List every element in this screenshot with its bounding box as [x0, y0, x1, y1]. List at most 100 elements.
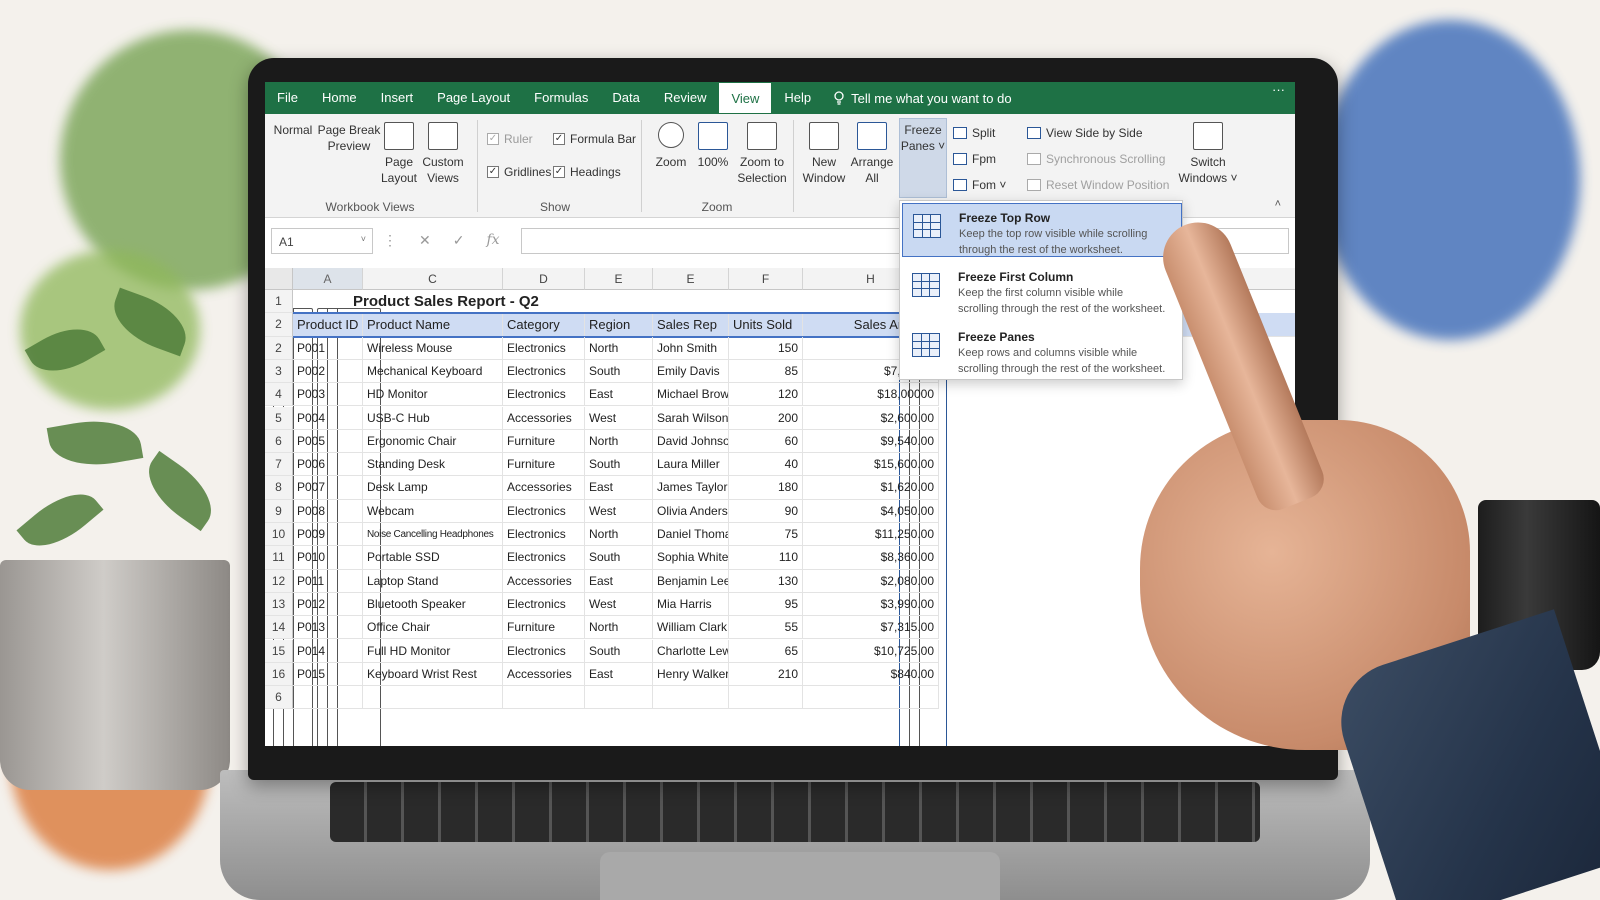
table-header-cell[interactable]: Sales Rep: [653, 313, 729, 337]
table-cell[interactable]: Laura Miller: [653, 453, 729, 477]
row-header[interactable]: 6: [265, 429, 293, 454]
tab-formulas[interactable]: Formulas: [522, 82, 600, 114]
table-cell[interactable]: HD Monitor: [363, 383, 503, 407]
table-cell[interactable]: P013: [293, 616, 363, 640]
table-cell[interactable]: Electronics: [503, 592, 585, 617]
column-header[interactable]: E: [653, 268, 729, 290]
table-cell[interactable]: P002: [293, 359, 363, 384]
tab-data[interactable]: Data: [600, 82, 651, 114]
table-cell[interactable]: 85: [729, 359, 803, 384]
table-cell[interactable]: P015: [293, 662, 363, 687]
row-header[interactable]: 4: [265, 383, 293, 407]
table-cell[interactable]: South: [585, 453, 653, 477]
table-cell[interactable]: $3,990.00: [803, 592, 939, 617]
table-cell[interactable]: $2,080.00: [803, 569, 939, 593]
table-cell[interactable]: South: [585, 546, 653, 570]
table-cell[interactable]: Electronics: [503, 499, 585, 523]
table-cell[interactable]: Henry Walker: [653, 662, 729, 687]
table-cell[interactable]: East: [585, 383, 653, 407]
table-cell[interactable]: $840.00: [803, 662, 939, 687]
table-cell[interactable]: 130: [729, 569, 803, 593]
table-cell[interactable]: William Clark: [653, 616, 729, 640]
table-cell[interactable]: [803, 686, 939, 710]
zoom-button[interactable]: Zoom: [651, 122, 691, 170]
table-cell[interactable]: 90: [729, 499, 803, 523]
table-cell[interactable]: North: [585, 523, 653, 547]
tab-help[interactable]: Help: [772, 82, 823, 114]
row-header[interactable]: 11: [265, 546, 293, 570]
table-header-cell[interactable]: Region: [585, 313, 653, 337]
row-header[interactable]: 2: [265, 336, 293, 360]
table-cell[interactable]: $1,620.00: [803, 476, 939, 500]
switch-windows-button[interactable]: Switch Windows ˅: [1177, 122, 1239, 186]
table-cell[interactable]: North: [585, 336, 653, 360]
table-cell[interactable]: P010: [293, 546, 363, 570]
table-cell[interactable]: [293, 686, 363, 710]
table-cell[interactable]: East: [585, 662, 653, 687]
table-header-cell[interactable]: Product ID: [293, 313, 363, 337]
table-cell[interactable]: Accessories: [503, 406, 585, 430]
tab-view[interactable]: View: [718, 82, 773, 114]
table-cell[interactable]: Benjamin Lee: [653, 569, 729, 593]
table-cell[interactable]: West: [585, 406, 653, 430]
table-cell[interactable]: Sarah Wilson: [653, 406, 729, 430]
table-cell[interactable]: Furniture: [503, 429, 585, 454]
table-cell[interactable]: Emily Davis: [653, 359, 729, 384]
table-cell[interactable]: North: [585, 429, 653, 454]
page-layout-view-button[interactable]: Page Layout: [379, 122, 419, 186]
row-header[interactable]: 6: [265, 686, 293, 710]
zoom-to-selection-button[interactable]: Zoom to Selection: [733, 122, 791, 186]
table-cell[interactable]: 110: [729, 546, 803, 570]
column-header[interactable]: F: [729, 268, 803, 290]
row-header[interactable]: 14: [265, 616, 293, 640]
table-cell[interactable]: Noise Cancelling Headphones: [363, 523, 503, 547]
table-cell[interactable]: Ergonomic Chair: [363, 429, 503, 454]
table-cell[interactable]: Electronics: [503, 336, 585, 360]
table-cell[interactable]: John Smith: [653, 336, 729, 360]
table-cell[interactable]: Accessories: [503, 476, 585, 500]
row-header[interactable]: 1: [265, 290, 293, 314]
view-side-by-side-button[interactable]: View Side by Side: [1027, 126, 1143, 140]
new-window-button[interactable]: New Window: [801, 122, 847, 186]
tab-review[interactable]: Review: [652, 82, 719, 114]
table-cell[interactable]: P012: [293, 592, 363, 617]
table-cell[interactable]: Laptop Stand: [363, 569, 503, 593]
table-header-cell[interactable]: Product Name: [363, 313, 503, 337]
row-header[interactable]: 13: [265, 592, 293, 617]
select-all-corner[interactable]: [265, 268, 293, 290]
cancel-icon[interactable]: ✕: [419, 232, 431, 249]
table-cell[interactable]: Office Chair: [363, 616, 503, 640]
row-header[interactable]: 5: [265, 406, 293, 430]
row-header[interactable]: 9: [265, 499, 293, 523]
table-cell[interactable]: Webcam: [363, 499, 503, 523]
table-cell[interactable]: 210: [729, 662, 803, 687]
row-header[interactable]: 12: [265, 569, 293, 593]
table-cell[interactable]: South: [585, 359, 653, 384]
table-cell[interactable]: 120: [729, 383, 803, 407]
table-cell[interactable]: Wireless Mouse: [363, 336, 503, 360]
table-cell[interactable]: [503, 686, 585, 710]
table-cell[interactable]: 180: [729, 476, 803, 500]
table-cell[interactable]: 40: [729, 453, 803, 477]
table-cell[interactable]: [653, 686, 729, 710]
tab-page-layout[interactable]: Page Layout: [425, 82, 522, 114]
freeze-first-column-option[interactable]: Freeze First Column Keep the first colum…: [902, 263, 1182, 317]
zoom-100-button[interactable]: 100%: [693, 122, 733, 170]
row-header[interactable]: 7: [265, 453, 293, 477]
column-header[interactable]: E: [585, 268, 653, 290]
table-cell[interactable]: Furniture: [503, 616, 585, 640]
arrange-all-button[interactable]: Arrange All: [849, 122, 895, 186]
table-cell[interactable]: East: [585, 476, 653, 500]
table-cell[interactable]: $4,050.00: [803, 499, 939, 523]
column-header[interactable]: D: [503, 268, 585, 290]
table-cell[interactable]: P011: [293, 569, 363, 593]
table-cell[interactable]: Electronics: [503, 383, 585, 407]
hide-button[interactable]: Fpm: [953, 152, 996, 166]
table-cell[interactable]: David Johnson: [653, 429, 729, 454]
table-cell[interactable]: Accessories: [503, 662, 585, 687]
table-cell[interactable]: Michael Brown: [653, 383, 729, 407]
row-header[interactable]: 2: [265, 313, 293, 337]
freeze-panes-button[interactable]: Freeze Panes ˅: [899, 122, 947, 746]
table-cell[interactable]: Portable SSD: [363, 546, 503, 570]
normal-view-button[interactable]: Normal: [273, 122, 313, 746]
